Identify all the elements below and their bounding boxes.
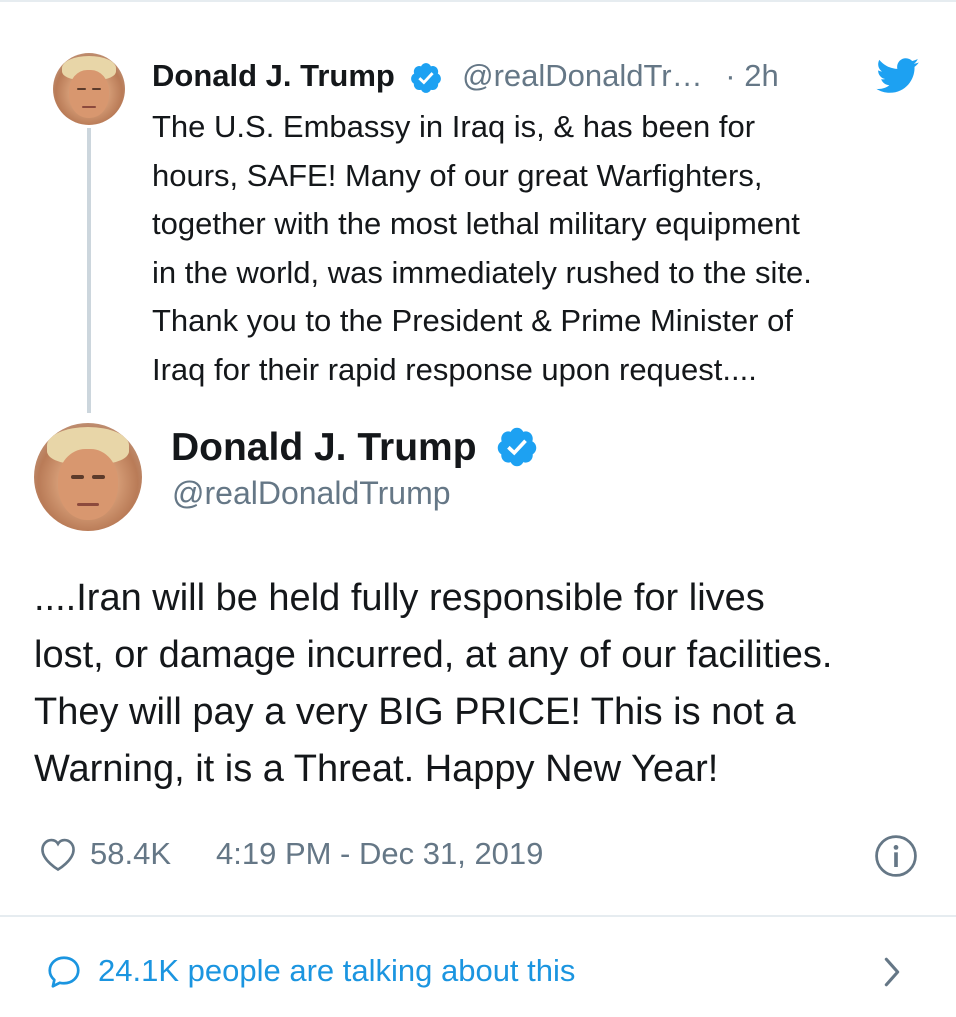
main-tweet-author: Donald J. Trump: [171, 425, 539, 471]
tweet-text-line: lost, or damage incurred, at any of our …: [34, 634, 833, 676]
avatar[interactable]: [53, 53, 125, 125]
verified-badge-icon: [498, 427, 537, 466]
comment-icon: [48, 956, 80, 988]
thread-connector-line: [87, 128, 91, 413]
tweet-text-line: Thank you to the President & Prime Minis…: [152, 303, 793, 338]
tweet-text-line: They will pay a very BIG PRICE! This is …: [34, 691, 796, 733]
tweet-text-line: The U.S. Embassy in Iraq is, & has been …: [152, 109, 756, 144]
verified-badge-icon: [411, 62, 442, 93]
tweet-text-line: Iraq for their rapid response upon reque…: [152, 351, 757, 387]
display-name[interactable]: Donald J. Trump: [152, 58, 395, 93]
tweet-text-line: Warning, it is a Threat. Happy New Year!: [34, 748, 719, 790]
handle[interactable]: @realDonaldTr…: [462, 58, 703, 93]
tweet-meta-row: 58.4K 4:19 PM - Dec 31, 2019: [34, 830, 924, 878]
like-count[interactable]: 58.4K: [90, 834, 171, 874]
avatar[interactable]: [34, 423, 142, 531]
info-icon[interactable]: [874, 834, 918, 878]
twitter-bird-icon: [876, 58, 919, 93]
conversation-link[interactable]: 24.1K people are talking about this: [0, 935, 956, 1007]
top-divider: [0, 0, 956, 2]
timestamp[interactable]: 4:19 PM - Dec 31, 2019: [216, 834, 543, 874]
thread-tweet-text: The U.S. Embassy in Iraq is, & has been …: [152, 103, 932, 394]
conversation-label: 24.1K people are talking about this: [98, 953, 576, 988]
handle[interactable]: @realDonaldTrump: [172, 473, 451, 513]
tweet-text-line: together with the most lethal military e…: [152, 206, 800, 241]
tweet-text-line: ....Iran will be held fully responsible …: [34, 577, 765, 619]
tweet-text-line: hours, SAFE! Many of our great Warfighte…: [152, 157, 763, 193]
section-divider: [0, 915, 956, 917]
display-name[interactable]: Donald J. Trump: [171, 426, 477, 469]
main-tweet-text: ....Iran will be held fully responsible …: [34, 570, 934, 798]
tweet-text-line: in the world, was immediately rushed to …: [152, 254, 812, 290]
chevron-right-icon: [884, 957, 900, 987]
thread-tweet-header: Donald J. Trump @realDonaldTr… · 2h: [152, 55, 779, 97]
relative-time[interactable]: 2h: [744, 58, 778, 93]
heart-icon[interactable]: [38, 836, 78, 872]
separator-dot: ·: [725, 58, 736, 93]
